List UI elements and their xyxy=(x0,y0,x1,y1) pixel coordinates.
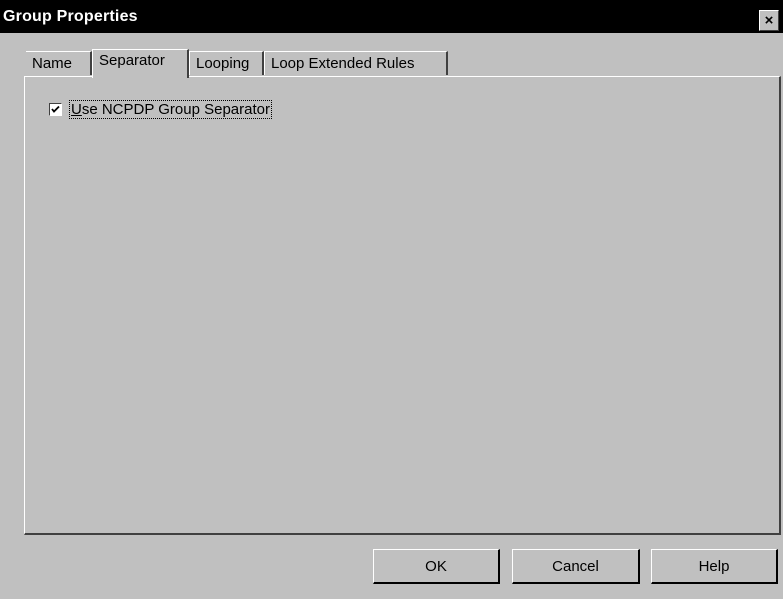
help-button-label: Help xyxy=(698,557,730,575)
tab-loop-extended-rules[interactable]: Loop Extended Rules xyxy=(264,51,448,75)
help-button[interactable]: Help xyxy=(651,549,778,584)
ok-button-label: OK xyxy=(425,557,447,575)
use-ncpdp-group-separator-option[interactable]: Use NCPDP Group Separator xyxy=(49,100,272,119)
tab-name[interactable]: Name xyxy=(26,51,92,75)
tab-separator[interactable]: Separator xyxy=(92,49,189,78)
tab-separator-label: Separator xyxy=(99,52,165,69)
checkbox-label-text: se NCPDP Group Separator xyxy=(81,101,270,118)
check-icon xyxy=(51,105,60,113)
tab-looping[interactable]: Looping xyxy=(189,51,264,75)
cancel-button-label: Cancel xyxy=(552,557,599,575)
close-icon: × xyxy=(764,12,774,29)
ok-button[interactable]: OK xyxy=(373,549,500,584)
close-button[interactable]: × xyxy=(759,10,779,31)
group-properties-dialog: Group Properties × Name Separator Loopin… xyxy=(0,0,783,599)
use-ncpdp-group-separator-label[interactable]: Use NCPDP Group Separator xyxy=(69,100,272,119)
tab-looping-label: Looping xyxy=(196,55,250,72)
mnemonic-letter: U xyxy=(71,101,82,118)
separator-tab-page: Use NCPDP Group Separator xyxy=(24,76,781,535)
window-title: Group Properties xyxy=(3,8,138,25)
tab-name-label: Name xyxy=(32,55,73,72)
tab-loop-extended-rules-label: Loop Extended Rules xyxy=(271,55,415,72)
use-ncpdp-group-separator-checkbox[interactable] xyxy=(49,103,62,116)
cancel-button[interactable]: Cancel xyxy=(512,549,640,584)
title-bar[interactable]: Group Properties × xyxy=(0,0,783,33)
